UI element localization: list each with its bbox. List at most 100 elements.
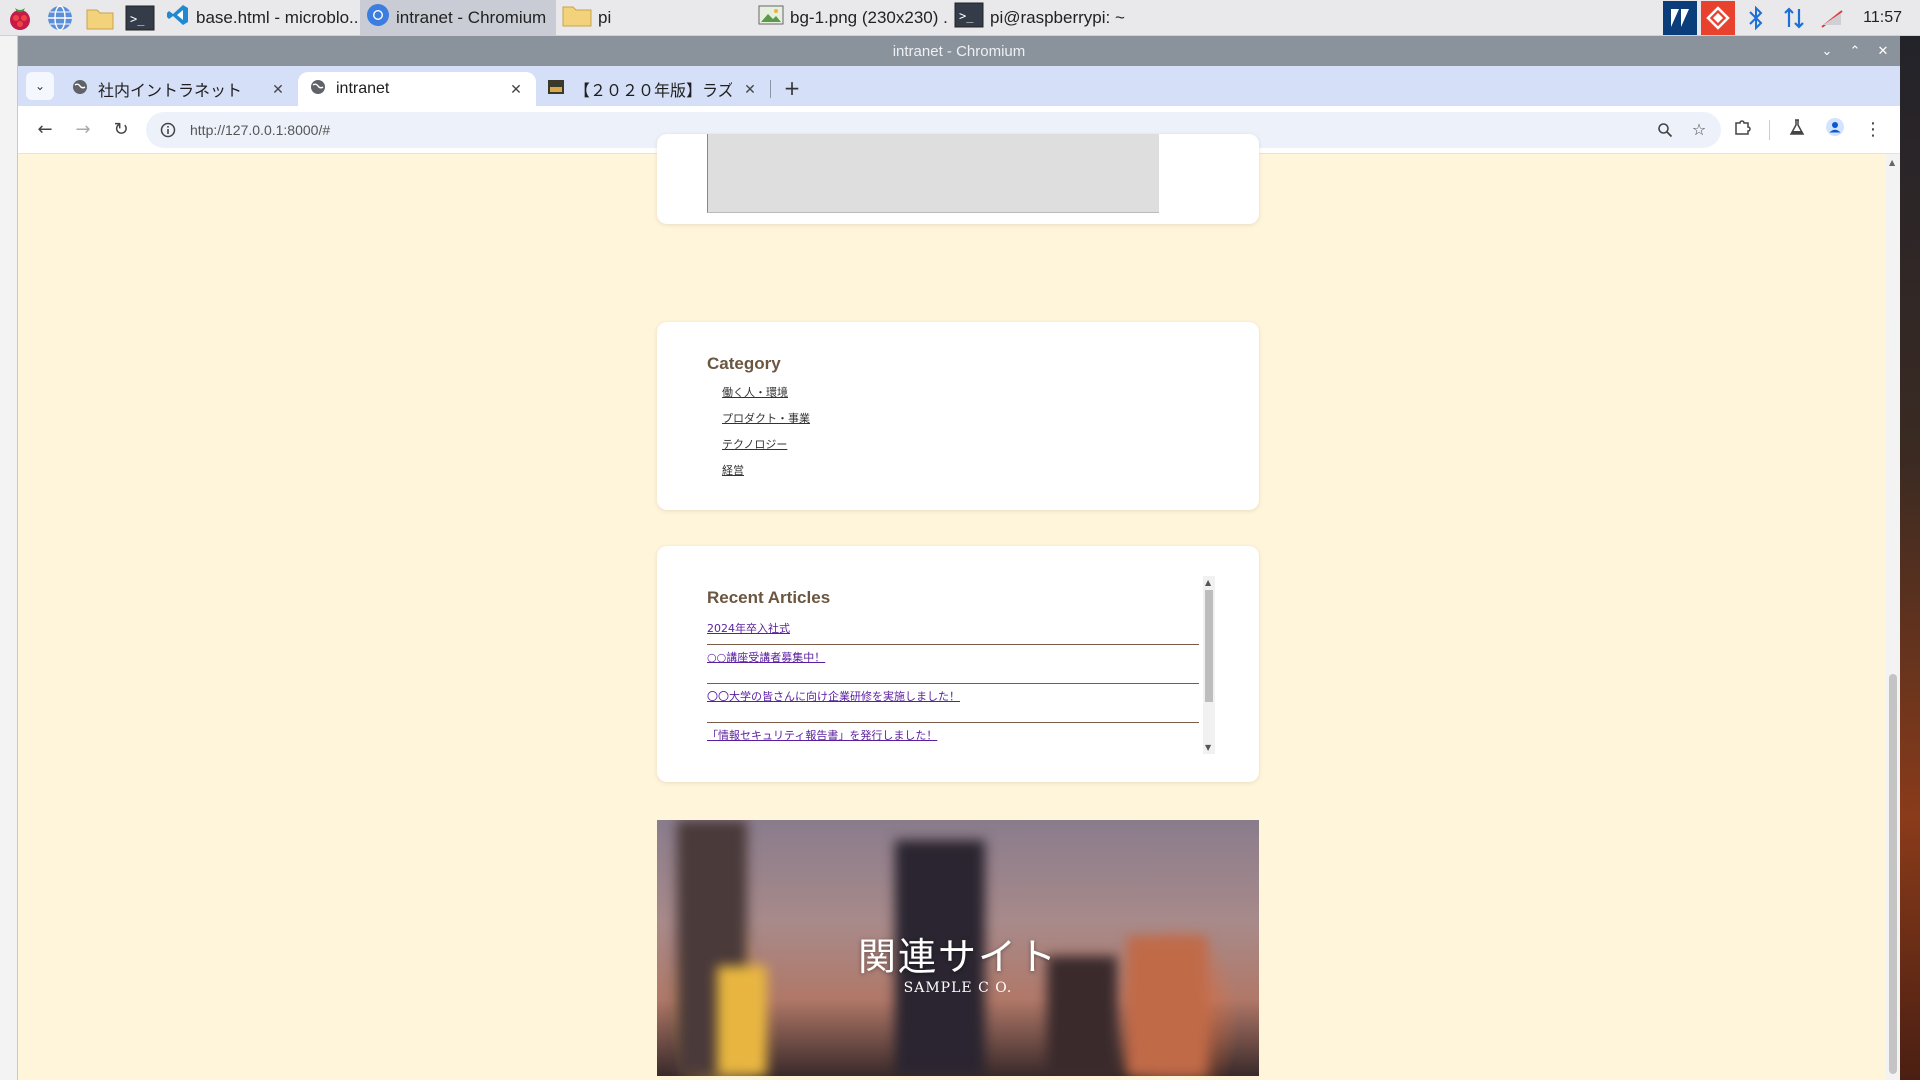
maximize-icon[interactable]: ⌃	[1848, 43, 1862, 59]
tab-intranet-jp[interactable]: 社内イントラネット ✕	[60, 72, 298, 106]
os-taskbar: >_ base.html - microblo... intranet - Ch…	[0, 0, 1920, 36]
zoom-icon[interactable]	[1653, 118, 1677, 142]
recent-articles-list: 2024年卒入社式 ○○講座受講者募集中！ 〇〇大学の皆さんに向け企業研修を実施…	[707, 616, 1199, 754]
window-title: intranet - Chromium	[892, 42, 1026, 60]
article-link[interactable]: 「情報セキュリティ報告書」を発行しました！	[707, 729, 937, 742]
tab-separator	[770, 80, 771, 98]
page-scrollbar[interactable]: ▲	[1886, 154, 1900, 1080]
list-item: 2024年卒入社式	[707, 616, 1199, 645]
volume-muted-icon[interactable]	[1815, 1, 1849, 35]
remote-connect-icon[interactable]	[1701, 0, 1736, 35]
scroll-up-icon[interactable]: ▲	[1205, 578, 1211, 587]
site-favicon-icon	[548, 79, 564, 100]
category-link[interactable]: テクノロジー	[722, 438, 787, 451]
web-browser-icon[interactable]	[40, 0, 80, 36]
forward-button[interactable]: →	[66, 113, 100, 147]
plus-icon: +	[783, 76, 801, 100]
category-link[interactable]: プロダクト・事業	[722, 412, 810, 425]
tab-title: 【２０２０年版】ラズ	[574, 83, 732, 100]
related-sites-title: 関連サイト	[857, 935, 1058, 979]
toolbar-separator	[1769, 119, 1770, 140]
terminal-icon: >_	[954, 2, 984, 33]
recent-articles-scrollbar[interactable]: ▲ ▼	[1203, 576, 1215, 754]
minimize-icon[interactable]: ⌄	[1820, 43, 1834, 59]
recent-articles-scrollbox[interactable]: Recent Articles 2024年卒入社式 ○○講座受講者募集中！ 〇〇…	[707, 576, 1215, 754]
bookmark-star-icon[interactable]: ☆	[1687, 118, 1711, 142]
list-item: 働く人・環境	[722, 384, 810, 410]
bluetooth-icon[interactable]	[1739, 1, 1773, 35]
scroll-down-icon[interactable]: ▼	[1205, 743, 1211, 752]
vnc-server-icon[interactable]	[1663, 0, 1698, 35]
site-info-icon[interactable]	[156, 118, 180, 142]
recent-articles-card: Recent Articles 2024年卒入社式 ○○講座受講者募集中！ 〇〇…	[657, 546, 1259, 782]
image-card	[657, 134, 1259, 224]
flask-icon	[1789, 118, 1805, 141]
close-icon[interactable]: ✕	[1876, 43, 1890, 59]
terminal-launcher-icon[interactable]: >_	[120, 0, 160, 36]
menu-button[interactable]: ⋮	[1856, 113, 1890, 147]
category-link[interactable]: 経営	[722, 464, 744, 477]
reload-button[interactable]: ↻	[104, 113, 138, 147]
raspberry-menu-icon[interactable]	[0, 0, 40, 36]
scrollbar-thumb[interactable]	[1205, 590, 1213, 702]
new-tab-button[interactable]: +	[777, 73, 807, 103]
extensions-button[interactable]	[1725, 113, 1759, 147]
taskbar-task-folder[interactable]: pi	[556, 0, 752, 36]
tab-close-icon[interactable]: ✕	[508, 81, 524, 98]
file-manager-icon[interactable]	[80, 0, 120, 36]
list-item: 経営	[722, 462, 810, 488]
category-link[interactable]: 働く人・環境	[722, 386, 788, 399]
tab-intranet[interactable]: intranet ✕	[298, 72, 536, 106]
tab-title: intranet	[336, 80, 390, 97]
desktop-wallpaper-edge	[1900, 36, 1920, 1080]
labs-button[interactable]	[1780, 113, 1814, 147]
back-button[interactable]: ←	[28, 113, 62, 147]
list-item: ○○講座受講者募集中！	[707, 645, 1199, 684]
category-list: 働く人・環境 プロダクト・事業 テクノロジー 経営	[722, 384, 810, 488]
system-tray: 11:57	[1659, 0, 1920, 36]
taskbar-task-vscode[interactable]: base.html - microblo...	[160, 0, 360, 36]
arrow-left-icon: ←	[37, 119, 53, 140]
profile-button[interactable]	[1818, 113, 1852, 147]
list-item: 〇〇大学の皆さんに向け企業研修を実施しました！	[707, 684, 1199, 723]
globe-icon	[72, 79, 88, 100]
article-link[interactable]: 〇〇大学の皆さんに向け企業研修を実施しました！	[707, 690, 960, 703]
tab-raspberry-article[interactable]: 【２０２０年版】ラズ ✕	[536, 72, 770, 106]
list-item: 「情報セキュリティ報告書」を発行しました！	[707, 723, 1199, 754]
avatar-icon	[1825, 117, 1845, 142]
arrow-right-icon: →	[75, 119, 91, 140]
page-viewport[interactable]: Category 働く人・環境 プロダクト・事業 テクノロジー 経営 Recen…	[18, 134, 1900, 1080]
taskbar-task-image-viewer[interactable]: bg-1.png (230x230) ...	[752, 0, 948, 36]
background-window-edge	[0, 36, 18, 1080]
taskbar-task-chromium[interactable]: intranet - Chromium	[360, 0, 556, 36]
tab-strip: ⌄ 社内イントラネット ✕ intranet ✕ 【２０２０年版】ラズ ✕ +	[18, 66, 1900, 106]
vscode-icon	[166, 3, 190, 32]
related-sites-banner[interactable]: 関連サイト SAMPLE C O.	[657, 820, 1259, 1076]
clock[interactable]: 11:57	[1849, 9, 1920, 27]
taskbar-task-label: base.html - microblo...	[196, 7, 360, 27]
puzzle-icon	[1733, 118, 1751, 141]
network-icon[interactable]	[1777, 1, 1811, 35]
taskbar-task-terminal[interactable]: >_ pi@raspberrypi: ~	[948, 0, 1144, 36]
browser-window: intranet - Chromium ⌄ ⌃ ✕ ⌄ 社内イントラネット ✕ …	[18, 36, 1900, 1080]
scroll-up-icon[interactable]: ▲	[1889, 158, 1895, 167]
window-titlebar[interactable]: intranet - Chromium ⌄ ⌃ ✕	[18, 36, 1900, 66]
list-item: プロダクト・事業	[722, 410, 810, 436]
svg-text:>_: >_	[130, 12, 145, 26]
more-vert-icon: ⋮	[1864, 119, 1882, 140]
chevron-down-icon: ⌄	[34, 79, 46, 93]
article-link[interactable]: ○○講座受講者募集中！	[707, 651, 825, 664]
tab-close-icon[interactable]: ✕	[742, 81, 758, 98]
globe-icon	[310, 79, 326, 100]
list-item: テクノロジー	[722, 436, 810, 462]
tab-search-button[interactable]: ⌄	[26, 72, 54, 100]
recent-articles-heading: Recent Articles	[707, 588, 831, 607]
tab-title: 社内イントラネット	[98, 83, 243, 100]
svg-text:>_: >_	[959, 9, 974, 23]
taskbar-task-label: bg-1.png (230x230) ...	[790, 7, 948, 27]
folder-icon	[562, 3, 592, 32]
article-link[interactable]: 2024年卒入社式	[707, 622, 790, 635]
taskbar-task-label: pi@raspberrypi: ~	[990, 7, 1125, 27]
page-scrollbar-thumb[interactable]	[1889, 674, 1897, 1074]
tab-close-icon[interactable]: ✕	[270, 81, 286, 98]
